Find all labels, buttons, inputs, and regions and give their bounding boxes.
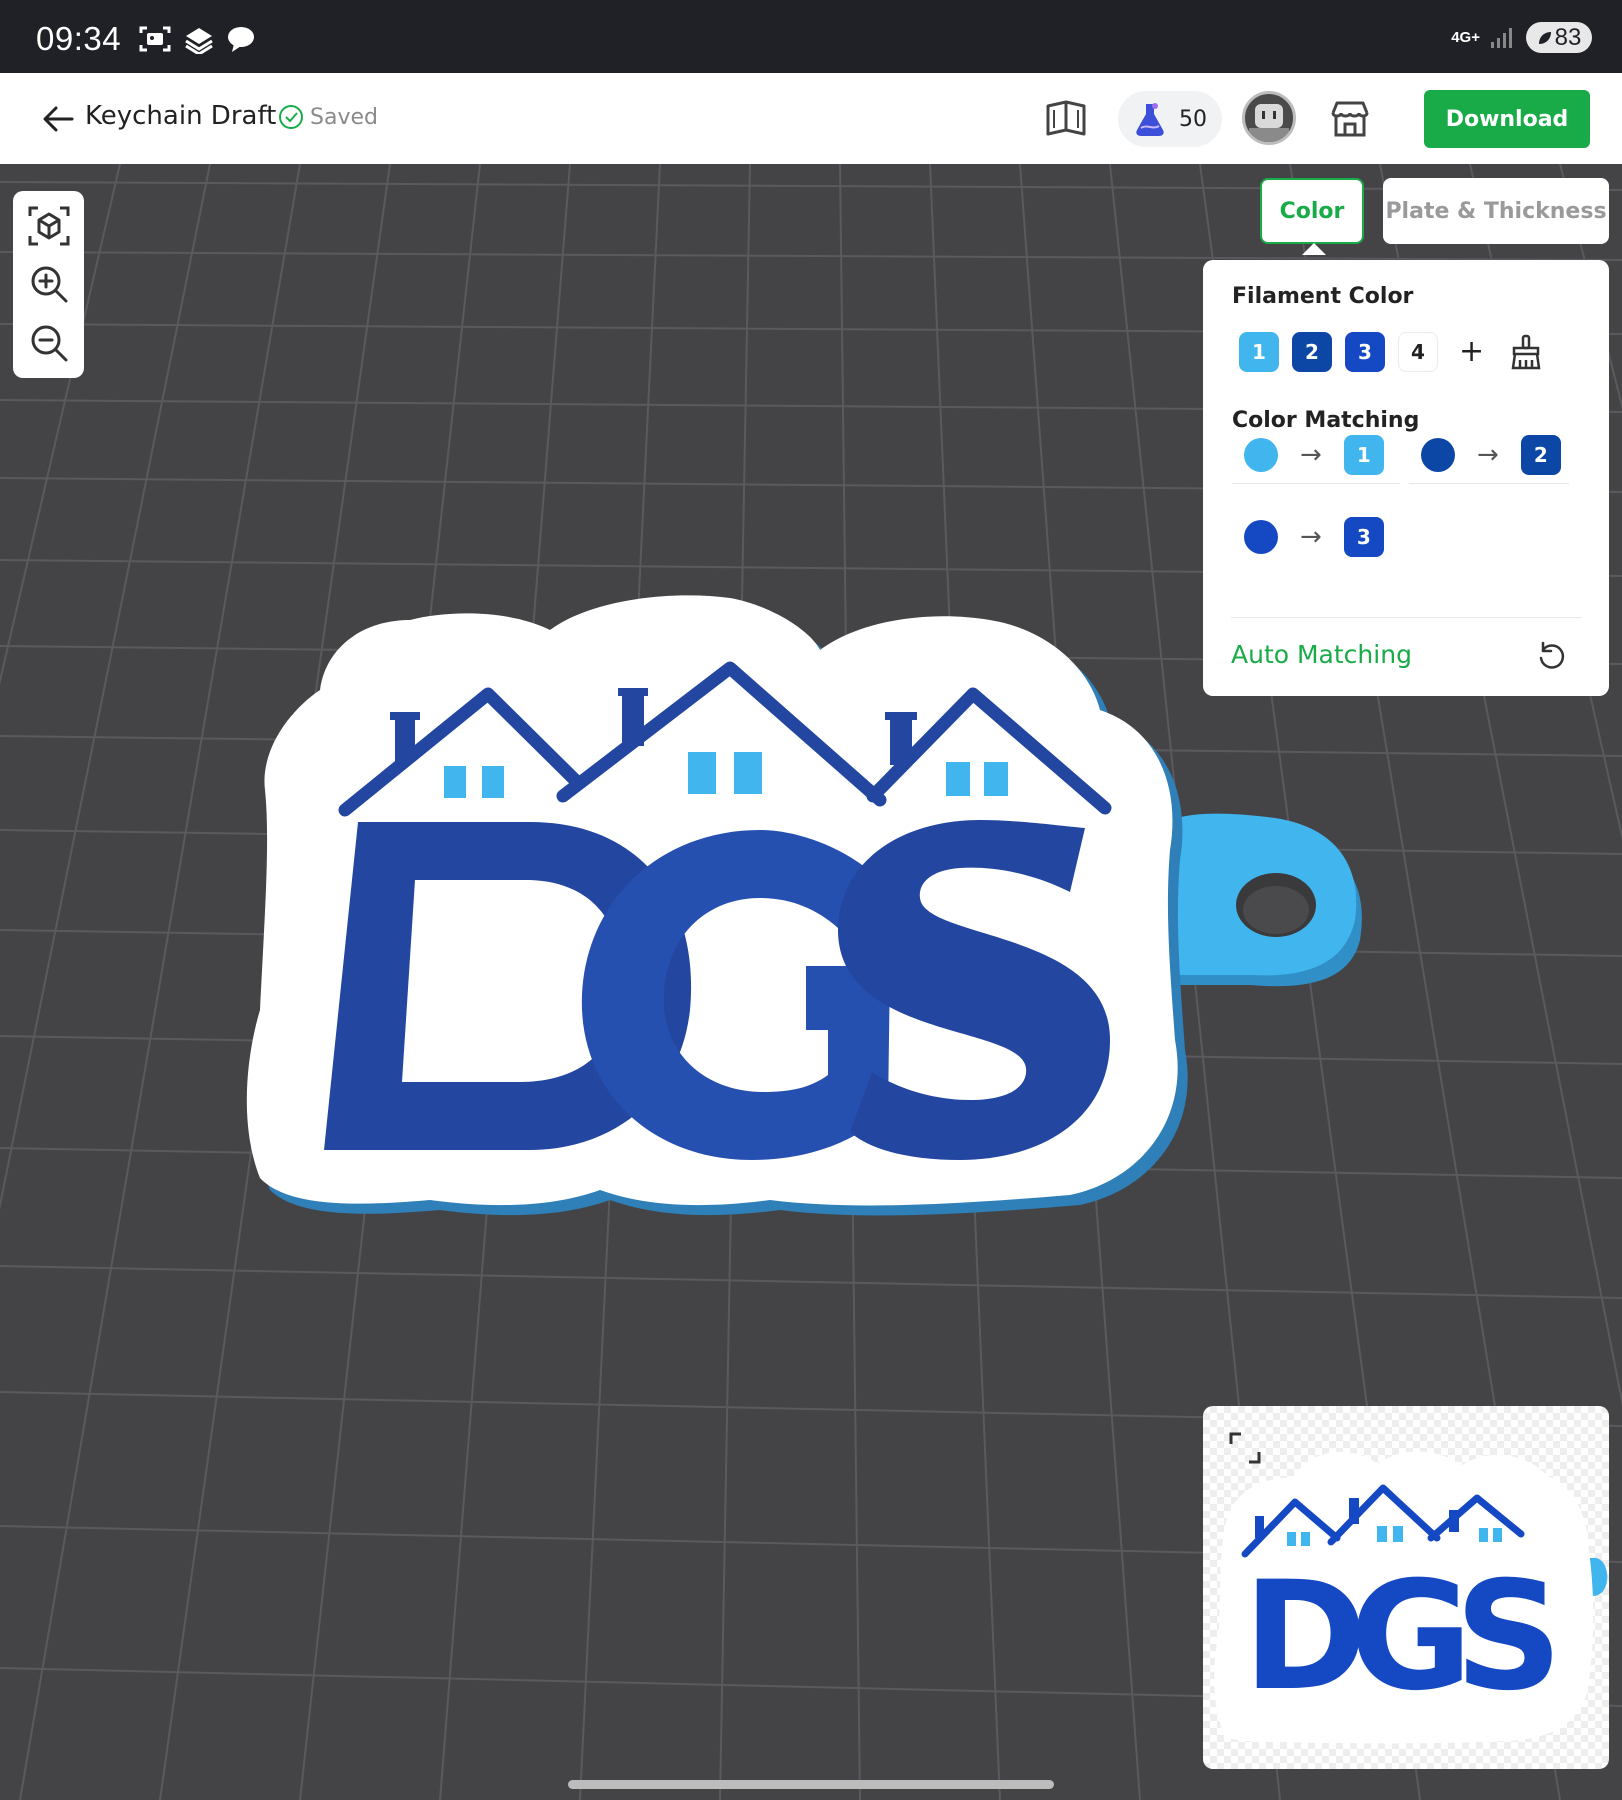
leaf-icon <box>1538 31 1551 44</box>
filament-chip-1[interactable]: 1 <box>1239 332 1279 372</box>
download-button[interactable]: Download <box>1424 90 1590 148</box>
signal-icon <box>1491 27 1512 48</box>
book-icon[interactable] <box>1044 98 1088 140</box>
tab-color[interactable]: Color <box>1260 178 1364 244</box>
target-filament-chip[interactable]: 2 <box>1520 434 1561 475</box>
save-status: Saved <box>278 104 378 130</box>
color-panel: Filament Color 1 2 3 4 + Color Matching … <box>1203 260 1609 696</box>
preview-text: DGS <box>1243 1550 1553 1724</box>
zoom-in-button[interactable] <box>26 261 72 307</box>
color-match-row[interactable]: → 1 <box>1232 426 1400 484</box>
view-toolbar <box>13 191 84 378</box>
color-match-row[interactable]: → 2 <box>1409 426 1569 484</box>
filament-chip-4[interactable]: 4 <box>1398 332 1438 372</box>
status-time: 09:34 <box>36 20 122 57</box>
app-header: Keychain Draft Saved 50 Download <box>0 73 1622 164</box>
home-indicator <box>568 1780 1054 1789</box>
color-match-row[interactable]: → 3 <box>1232 508 1400 566</box>
credits-badge[interactable]: 50 <box>1118 91 1222 147</box>
status-right: 4G+ 83 <box>1451 22 1592 53</box>
source-color-swatch <box>1244 520 1278 554</box>
credits-count: 50 <box>1179 106 1207 132</box>
cube-icon <box>28 206 69 246</box>
document-title[interactable]: Keychain Draft <box>85 101 276 131</box>
arrow-right-icon: → <box>1300 522 1322 552</box>
avatar[interactable] <box>1242 91 1296 145</box>
target-filament-chip[interactable]: 1 <box>1343 434 1384 475</box>
flask-icon <box>1136 103 1164 136</box>
check-circle-icon <box>279 105 303 129</box>
screenshot-icon <box>139 26 171 52</box>
robot-avatar-icon <box>1249 104 1289 142</box>
brush-icon[interactable] <box>1508 334 1544 370</box>
battery-icon: 83 <box>1526 22 1592 53</box>
zoom-out-button[interactable] <box>26 320 72 366</box>
panel-divider <box>1231 617 1581 618</box>
saved-label: Saved <box>310 104 378 130</box>
filament-color-title: Filament Color <box>1232 284 1414 309</box>
arrow-right-icon: → <box>1300 439 1322 470</box>
target-filament-chip[interactable]: 3 <box>1343 517 1384 557</box>
zoom-in-icon <box>31 266 67 303</box>
filament-chip-3[interactable]: 3 <box>1345 332 1385 372</box>
zoom-out-icon <box>31 325 67 362</box>
reset-icon[interactable] <box>1535 640 1567 672</box>
source-color-swatch <box>1421 437 1455 472</box>
network-label: 4G+ <box>1451 29 1480 46</box>
stack-icon <box>185 28 213 54</box>
preview-logo: DGS <box>1214 1451 1608 1744</box>
chat-icon <box>228 27 254 52</box>
auto-matching-button[interactable]: Auto Matching <box>1231 640 1412 669</box>
arrow-right-icon: → <box>1477 439 1499 470</box>
add-filament-button[interactable]: + <box>1459 337 1484 367</box>
tab-pointer <box>1302 243 1326 255</box>
filament-list: 1 2 3 4 + <box>1239 332 1544 372</box>
reset-view-button[interactable] <box>26 203 72 249</box>
source-color-swatch <box>1244 437 1278 472</box>
filament-chip-2[interactable]: 2 <box>1292 332 1332 372</box>
store-icon[interactable] <box>1328 97 1372 141</box>
status-icons <box>138 24 256 54</box>
design-preview[interactable]: DGS <box>1203 1406 1609 1769</box>
tab-plate-thickness[interactable]: Plate & Thickness <box>1383 178 1609 244</box>
status-bar: 09:34 4G+ 83 <box>0 0 1622 73</box>
back-arrow-icon[interactable] <box>40 101 76 137</box>
battery-level: 83 <box>1554 23 1582 51</box>
